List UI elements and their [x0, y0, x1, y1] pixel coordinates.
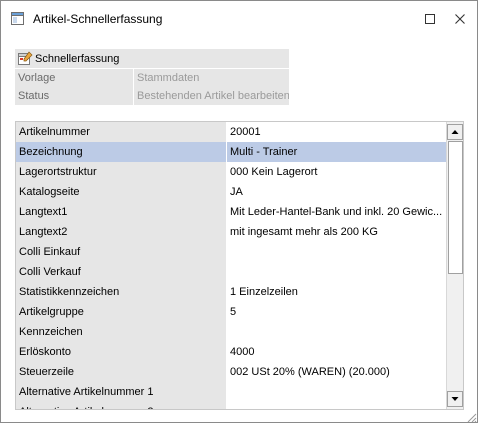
- info-row-status: Status Bestehenden Artikel bearbeiten: [15, 87, 289, 105]
- grid-row-colli-verkauf[interactable]: Colli Verkauf: [16, 262, 446, 282]
- scroll-down-button[interactable]: [447, 391, 463, 407]
- grid-row-katalogseite[interactable]: Katalogseite JA: [16, 182, 446, 202]
- maximize-icon[interactable]: [421, 10, 439, 28]
- grid-row-value[interactable]: [227, 322, 446, 342]
- grid-row-label: Statistikkennzeichen: [16, 282, 226, 302]
- scrollbar-thumb[interactable]: [448, 141, 463, 274]
- grid-row-bezeichnung[interactable]: Bezeichnung Multi - Trainer: [16, 142, 446, 162]
- grid-row-value[interactable]: 1 Einzelzeilen: [227, 282, 446, 302]
- grid-row-colli-einkauf[interactable]: Colli Einkauf: [16, 242, 446, 262]
- grid-row-langtext2[interactable]: Langtext2 mit ingesamt mehr als 200 KG: [16, 222, 446, 242]
- grid-row-lagerortstruktur[interactable]: Lagerortstruktur 000 Kein Lagerort: [16, 162, 446, 182]
- info-row-vorlage: Vorlage Stammdaten: [15, 69, 289, 87]
- grid-row-value[interactable]: 20001: [227, 122, 446, 142]
- grid-row-label: Langtext2: [16, 222, 226, 242]
- grid-row-alternative-artikelnummer-1[interactable]: Alternative Artikelnummer 1: [16, 382, 446, 402]
- scroll-up-button[interactable]: [447, 124, 463, 140]
- grid-row-value[interactable]: [227, 242, 446, 262]
- close-icon[interactable]: [451, 10, 469, 28]
- grid-row-label: Langtext1: [16, 202, 226, 222]
- grid-row-value[interactable]: 002 USt 20% (WAREN) (20.000): [227, 362, 446, 382]
- app-window-icon: [11, 12, 24, 25]
- grid-row-label: Erlöskonto: [16, 342, 226, 362]
- grid-row-value[interactable]: [227, 402, 446, 409]
- grid-row-value[interactable]: mit ingesamt mehr als 200 KG: [227, 222, 446, 242]
- grid-row-label: Kennzeichen: [16, 322, 226, 342]
- grid-row-label: Katalogseite: [16, 182, 226, 202]
- info-key: Status: [15, 87, 133, 105]
- info-header: Schnellerfassung: [15, 49, 289, 69]
- grid-row-value[interactable]: 5: [227, 302, 446, 322]
- window-title: Artikel-Schnellerfassung: [33, 12, 163, 26]
- resize-grip-icon[interactable]: [465, 411, 477, 423]
- grid-row-value[interactable]: Multi - Trainer: [227, 142, 446, 162]
- grid-row-kennzeichen[interactable]: Kennzeichen: [16, 322, 446, 342]
- property-grid: Artikelnummer 20001 Bezeichnung Multi - …: [15, 121, 464, 410]
- chevron-down-icon: [448, 397, 462, 409]
- grid-row-value[interactable]: [227, 262, 446, 282]
- grid-row-langtext1[interactable]: Langtext1 Mit Leder-Hantel-Bank und inkl…: [16, 202, 446, 222]
- grid-row-label: Artikelgruppe: [16, 302, 226, 322]
- grid-row-label: Alternative Artikelnummer 1: [16, 382, 226, 402]
- grid-row-steuerzeile[interactable]: Steuerzeile 002 USt 20% (WAREN) (20.000): [16, 362, 446, 382]
- info-header-label: Schnellerfassung: [35, 53, 120, 65]
- grid-row-value[interactable]: JA: [227, 182, 446, 202]
- info-value: Bestehenden Artikel bearbeiten: [134, 87, 289, 105]
- grid-row-label: Lagerortstruktur: [16, 162, 226, 182]
- grid-row-artikelnummer[interactable]: Artikelnummer 20001: [16, 122, 446, 142]
- info-panel: Schnellerfassung Vorlage Stammdaten Stat…: [15, 49, 289, 105]
- vertical-scrollbar[interactable]: [446, 122, 463, 409]
- quick-entry-icon: [17, 51, 33, 66]
- grid-row-label: Bezeichnung: [16, 142, 226, 162]
- grid-row-value[interactable]: [227, 382, 446, 402]
- grid-row-value[interactable]: Mit Leder-Hantel-Bank und inkl. 20 Gewic…: [227, 202, 446, 222]
- grid-row-label: Steuerzeile: [16, 362, 226, 382]
- grid-row-label: Colli Verkauf: [16, 262, 226, 282]
- grid-row-statistikkennzeichen[interactable]: Statistikkennzeichen 1 Einzelzeilen: [16, 282, 446, 302]
- grid-row-alternative-artikelnummer-2[interactable]: Alternative Artikelnummer 2: [16, 402, 446, 409]
- grid-row-artikelgruppe[interactable]: Artikelgruppe 5: [16, 302, 446, 322]
- grid-row-erloeskonto[interactable]: Erlöskonto 4000: [16, 342, 446, 362]
- grid-row-label: Artikelnummer: [16, 122, 226, 142]
- info-key: Vorlage: [15, 69, 133, 87]
- info-value: Stammdaten: [134, 69, 289, 87]
- title-bar[interactable]: Artikel-Schnellerfassung: [1, 1, 477, 35]
- grid-row-label: Alternative Artikelnummer 2: [16, 402, 226, 409]
- grid-row-value[interactable]: 000 Kein Lagerort: [227, 162, 446, 182]
- grid-row-label: Colli Einkauf: [16, 242, 226, 262]
- grid-row-value[interactable]: 4000: [227, 342, 446, 362]
- property-grid-rows: Artikelnummer 20001 Bezeichnung Multi - …: [16, 122, 446, 409]
- artikel-schnellerfassung-window: Artikel-Schnellerfassung Schnellerfassun…: [0, 0, 478, 423]
